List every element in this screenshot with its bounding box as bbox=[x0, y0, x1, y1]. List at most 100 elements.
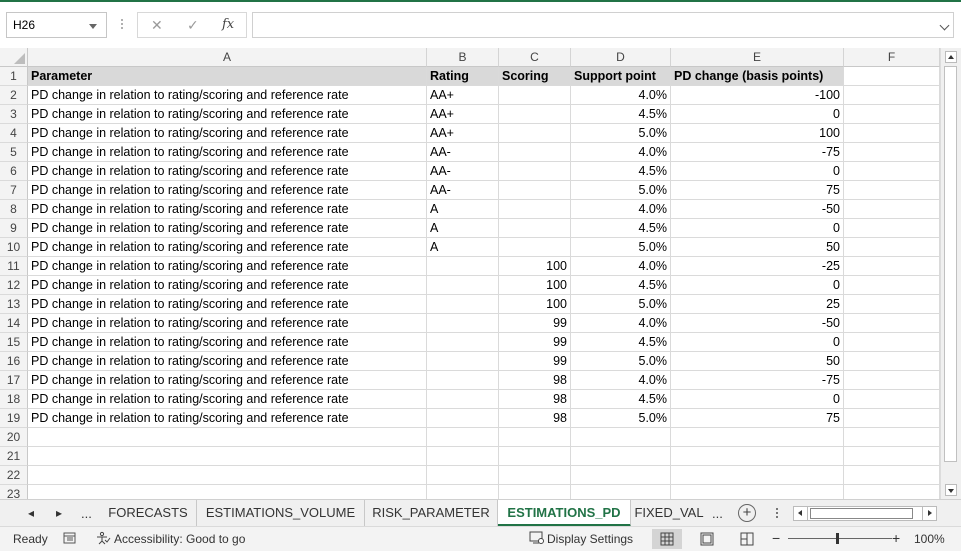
table-cell[interactable] bbox=[844, 257, 940, 276]
table-cell[interactable] bbox=[499, 447, 571, 466]
table-cell[interactable] bbox=[499, 124, 571, 143]
table-cell[interactable]: 100 bbox=[499, 295, 571, 314]
column-header-a[interactable]: A bbox=[28, 48, 427, 67]
table-cell[interactable]: PD change in relation to rating/scoring … bbox=[28, 162, 427, 181]
table-cell[interactable]: 75 bbox=[671, 409, 844, 428]
table-cell[interactable] bbox=[499, 466, 571, 485]
table-cell[interactable]: 98 bbox=[499, 409, 571, 428]
table-cell[interactable] bbox=[427, 447, 499, 466]
table-cell[interactable]: 4.0% bbox=[571, 314, 671, 333]
table-cell[interactable]: PD change in relation to rating/scoring … bbox=[28, 295, 427, 314]
table-cell[interactable]: 98 bbox=[499, 390, 571, 409]
expand-formula-icon[interactable] bbox=[939, 20, 950, 31]
table-cell[interactable]: PD change in relation to rating/scoring … bbox=[28, 181, 427, 200]
table-cell[interactable]: PD change in relation to rating/scoring … bbox=[28, 86, 427, 105]
row-header[interactable]: 22 bbox=[0, 466, 28, 485]
table-cell[interactable]: 4.5% bbox=[571, 333, 671, 352]
row-header[interactable]: 14 bbox=[0, 314, 28, 333]
table-cell[interactable] bbox=[28, 447, 427, 466]
table-cell[interactable] bbox=[844, 238, 940, 257]
more-sheets-right[interactable]: ... bbox=[712, 506, 723, 521]
more-sheets-left[interactable]: ... bbox=[81, 506, 92, 521]
table-cell[interactable] bbox=[499, 238, 571, 257]
table-cell[interactable] bbox=[499, 219, 571, 238]
row-header[interactable]: 3 bbox=[0, 105, 28, 124]
vertical-scrollbar[interactable] bbox=[940, 48, 961, 499]
table-cell[interactable] bbox=[844, 428, 940, 447]
macro-recording-icon[interactable] bbox=[63, 531, 77, 548]
display-settings-button[interactable]: Display Settings bbox=[547, 532, 633, 546]
row-header[interactable]: 2 bbox=[0, 86, 28, 105]
table-cell[interactable]: PD change in relation to rating/scoring … bbox=[28, 352, 427, 371]
row-header[interactable]: 16 bbox=[0, 352, 28, 371]
table-cell[interactable] bbox=[844, 485, 940, 499]
row-header[interactable]: 20 bbox=[0, 428, 28, 447]
row-header[interactable]: 21 bbox=[0, 447, 28, 466]
scroll-down-icon[interactable] bbox=[945, 484, 957, 496]
zoom-level[interactable]: 100% bbox=[914, 532, 945, 546]
table-cell[interactable]: PD change in relation to rating/scoring … bbox=[28, 124, 427, 143]
page-layout-view-icon[interactable] bbox=[692, 529, 722, 549]
table-header-cell[interactable]: Scoring bbox=[499, 67, 571, 86]
row-header[interactable]: 9 bbox=[0, 219, 28, 238]
row-header[interactable]: 19 bbox=[0, 409, 28, 428]
table-cell[interactable] bbox=[427, 352, 499, 371]
table-cell[interactable]: PD change in relation to rating/scoring … bbox=[28, 333, 427, 352]
table-cell[interactable]: AA+ bbox=[427, 105, 499, 124]
table-cell[interactable]: -100 bbox=[671, 86, 844, 105]
enter-icon[interactable]: ✓ bbox=[187, 17, 199, 34]
row-header[interactable]: 4 bbox=[0, 124, 28, 143]
table-cell[interactable] bbox=[499, 200, 571, 219]
table-cell[interactable]: 100 bbox=[499, 257, 571, 276]
horizontal-scrollbar-thumb[interactable] bbox=[810, 508, 913, 519]
table-cell[interactable] bbox=[844, 124, 940, 143]
column-header-c[interactable]: C bbox=[499, 48, 571, 67]
table-cell[interactable] bbox=[844, 447, 940, 466]
table-cell[interactable] bbox=[427, 257, 499, 276]
table-cell[interactable]: 4.5% bbox=[571, 162, 671, 181]
table-cell[interactable] bbox=[427, 371, 499, 390]
table-cell[interactable] bbox=[571, 447, 671, 466]
tab-risk-parameter[interactable]: RISK_PARAMETER bbox=[365, 500, 498, 526]
table-cell[interactable]: 5.0% bbox=[571, 409, 671, 428]
table-cell[interactable]: 4.5% bbox=[571, 276, 671, 295]
table-cell[interactable]: 4.5% bbox=[571, 105, 671, 124]
row-header[interactable]: 5 bbox=[0, 143, 28, 162]
table-cell[interactable]: PD change in relation to rating/scoring … bbox=[28, 390, 427, 409]
table-cell[interactable]: 100 bbox=[671, 124, 844, 143]
table-cell[interactable]: 0 bbox=[671, 162, 844, 181]
table-cell[interactable] bbox=[844, 409, 940, 428]
normal-view-icon[interactable] bbox=[652, 529, 682, 549]
table-cell[interactable] bbox=[844, 67, 940, 86]
table-cell[interactable]: A bbox=[427, 219, 499, 238]
table-cell[interactable] bbox=[844, 162, 940, 181]
table-cell[interactable]: 0 bbox=[671, 333, 844, 352]
table-cell[interactable]: 4.0% bbox=[571, 143, 671, 162]
table-cell[interactable] bbox=[499, 181, 571, 200]
table-cell[interactable] bbox=[671, 447, 844, 466]
row-header[interactable]: 8 bbox=[0, 200, 28, 219]
table-cell[interactable] bbox=[844, 333, 940, 352]
row-header[interactable]: 15 bbox=[0, 333, 28, 352]
table-cell[interactable]: -25 bbox=[671, 257, 844, 276]
column-header-e[interactable]: E bbox=[671, 48, 844, 67]
table-cell[interactable]: A bbox=[427, 238, 499, 257]
table-cell[interactable] bbox=[28, 485, 427, 499]
table-cell[interactable]: PD change in relation to rating/scoring … bbox=[28, 371, 427, 390]
scroll-up-icon[interactable] bbox=[945, 51, 957, 63]
zoom-slider-handle[interactable] bbox=[836, 533, 839, 544]
name-box[interactable]: H26 bbox=[6, 12, 107, 38]
table-cell[interactable]: 5.0% bbox=[571, 181, 671, 200]
page-break-view-icon[interactable] bbox=[732, 529, 762, 549]
table-cell[interactable] bbox=[844, 86, 940, 105]
table-cell[interactable]: 50 bbox=[671, 352, 844, 371]
table-cell[interactable]: -75 bbox=[671, 371, 844, 390]
row-header[interactable]: 18 bbox=[0, 390, 28, 409]
row-header[interactable]: 6 bbox=[0, 162, 28, 181]
row-header[interactable]: 10 bbox=[0, 238, 28, 257]
table-cell[interactable]: AA- bbox=[427, 181, 499, 200]
next-sheet-icon[interactable]: ▸ bbox=[56, 506, 62, 520]
table-cell[interactable] bbox=[844, 466, 940, 485]
table-cell[interactable]: 0 bbox=[671, 219, 844, 238]
table-cell[interactable] bbox=[671, 485, 844, 499]
